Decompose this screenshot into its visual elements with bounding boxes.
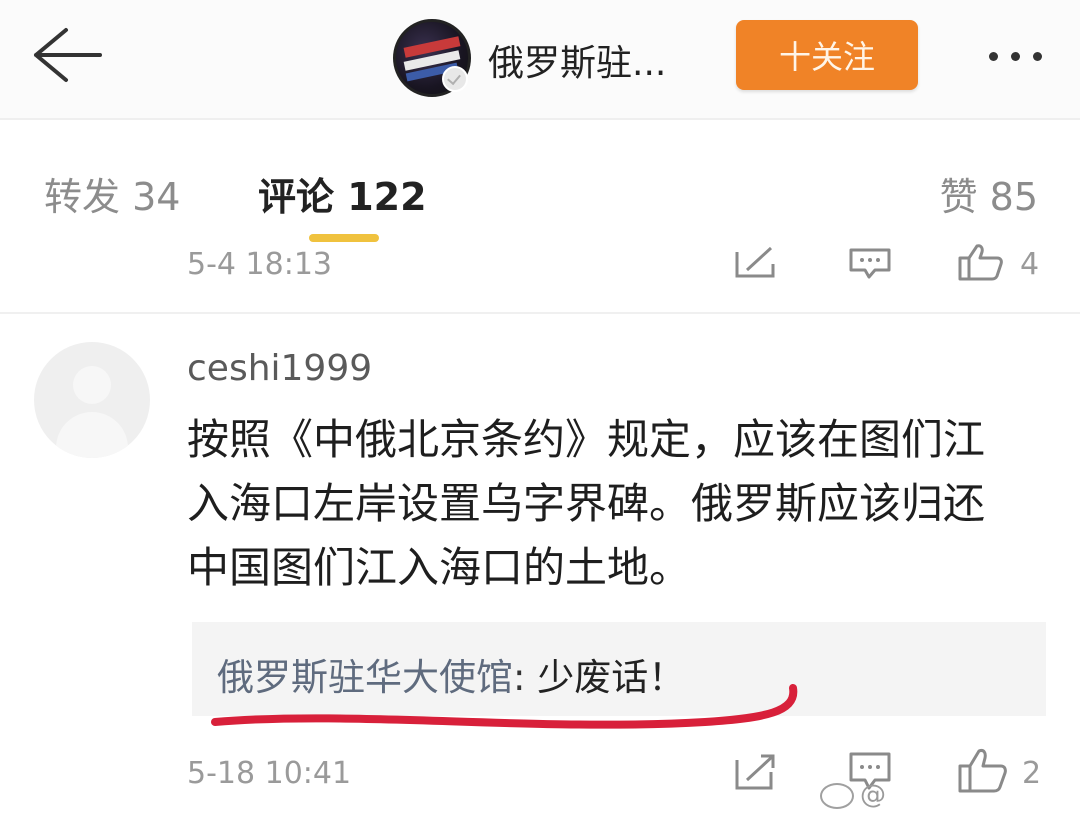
account-name[interactable]: 俄罗斯驻... bbox=[488, 34, 666, 86]
back-arrow-icon bbox=[34, 28, 102, 82]
user-avatar[interactable] bbox=[34, 342, 150, 458]
like-icon[interactable] bbox=[957, 746, 1009, 798]
comment-username[interactable]: ceshi1999 bbox=[187, 348, 372, 389]
prev-like-count: 4 bbox=[1020, 247, 1040, 282]
comment-timestamp: 5-18 10:41 bbox=[187, 756, 352, 791]
repost-icon[interactable] bbox=[733, 752, 779, 796]
active-tab-indicator bbox=[309, 234, 379, 242]
tab-repost[interactable]: 转发 34 bbox=[44, 166, 180, 221]
prev-like-icon[interactable] bbox=[957, 242, 1005, 286]
weibo-logo-icon bbox=[820, 782, 854, 809]
more-dots-icon[interactable] bbox=[975, 36, 1055, 76]
prev-comment-icon[interactable] bbox=[847, 244, 893, 284]
verified-badge-icon bbox=[442, 66, 468, 92]
tab-comment[interactable]: 评论 122 bbox=[258, 166, 427, 221]
follow-button[interactable]: 十关注 bbox=[736, 20, 918, 90]
prev-comment-timestamp: 5-4 18:13 bbox=[187, 247, 332, 282]
like-count: 2 bbox=[1022, 756, 1042, 791]
comment-text: 按照《中俄北京条约》规定，应该在图们江入海口左岸设置乌字界碑。俄罗斯应该归还中国… bbox=[187, 415, 986, 592]
prev-repost-icon[interactable] bbox=[733, 244, 779, 284]
back-button[interactable] bbox=[26, 20, 106, 90]
divider bbox=[0, 312, 1080, 314]
tab-like[interactable]: 赞 85 bbox=[940, 166, 1038, 221]
watermark: @ bbox=[820, 780, 886, 810]
red-underline-mark bbox=[211, 684, 798, 729]
